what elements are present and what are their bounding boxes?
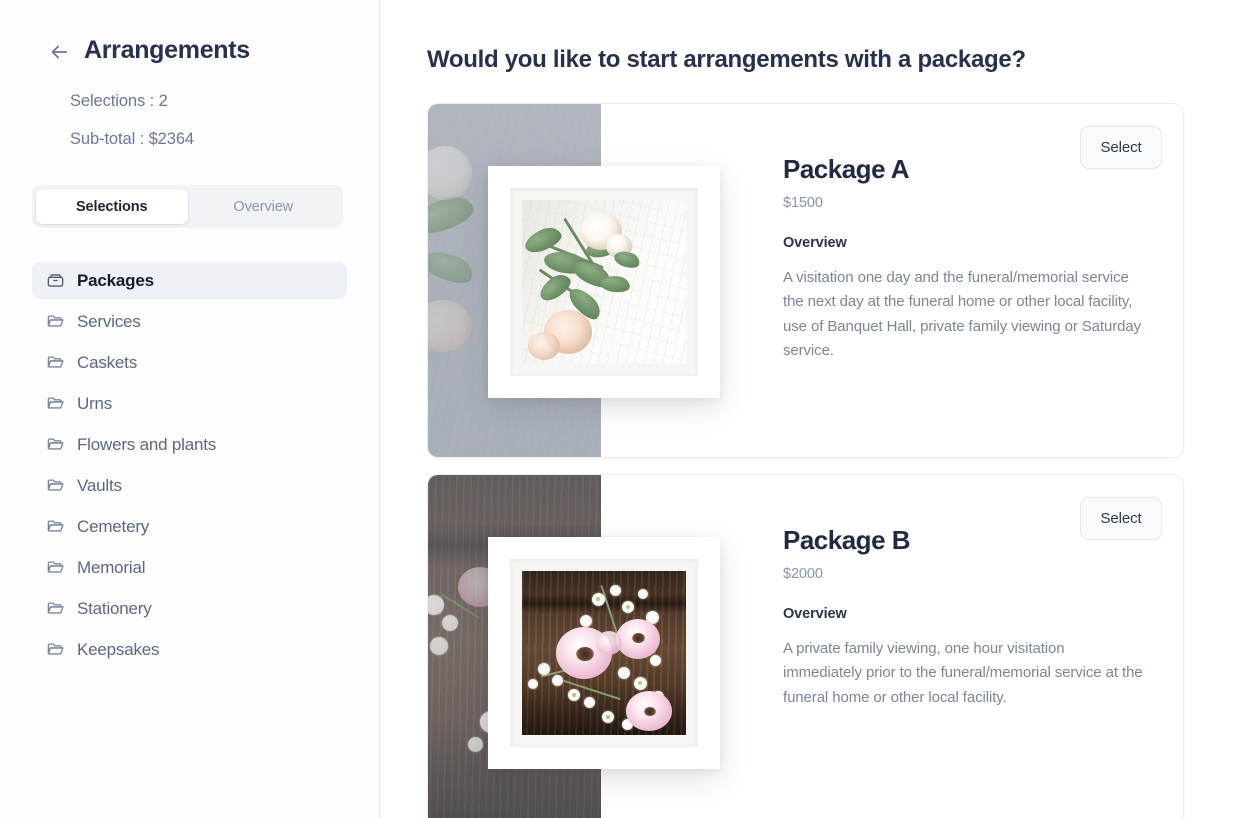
package-description: A visitation one day and the funeral/mem… (783, 269, 1142, 359)
package-price: $1500 (783, 195, 823, 211)
sidebar-item-label: Memorial (77, 558, 146, 577)
sidebar-item-cemetery[interactable]: Cemetery (32, 508, 347, 545)
app-root: Arrangements Selections : 2 Sub-total : … (0, 0, 1234, 818)
main-content: Would you like to start arrangements wit… (380, 0, 1234, 818)
folder-icon (46, 517, 65, 536)
tab-selections[interactable]: Selections (36, 189, 188, 224)
selection-summary: Selections : 2 Sub-total : $2364 (0, 63, 379, 147)
package-image (428, 104, 720, 457)
sidebar-item-label: Flowers and plants (77, 435, 217, 454)
tab-overview[interactable]: Overview (188, 189, 340, 224)
sidebar-item-urns[interactable]: Urns (32, 385, 347, 422)
category-nav: Packages Services Caskets Urns Flowers a… (0, 262, 379, 668)
package-overview-label: Overview (783, 605, 847, 622)
sidebar-item-packages[interactable]: Packages (32, 262, 347, 299)
select-button[interactable]: Select (1080, 497, 1162, 540)
sidebar-item-label: Cemetery (77, 517, 150, 536)
main-heading: Would you like to start arrangements wit… (427, 46, 1026, 73)
sidebar-item-keepsakes[interactable]: Keepsakes (32, 631, 347, 668)
sidebar-header: Arrangements (0, 0, 379, 63)
folder-icon (46, 312, 65, 331)
folder-icon (46, 435, 65, 454)
folder-icon (46, 599, 65, 618)
framed-photo (488, 166, 720, 398)
select-button[interactable]: Select (1080, 126, 1162, 169)
package-list: Select Package A $1500 Overview A visita… (427, 103, 1184, 818)
framed-photo (488, 537, 720, 769)
folder-icon (46, 476, 65, 495)
sidebar-item-label: Services (77, 312, 141, 331)
archive-box-icon (46, 271, 65, 290)
sidebar-item-label: Urns (77, 394, 113, 413)
page-title: Arrangements (84, 36, 250, 64)
sidebar: Arrangements Selections : 2 Sub-total : … (0, 0, 380, 818)
package-description: A private family viewing, one hour visit… (783, 640, 1143, 706)
folder-icon (46, 394, 65, 413)
photo-mat (510, 188, 698, 376)
arrow-left-icon[interactable] (48, 38, 70, 63)
sidebar-tab-group: Selections Overview (32, 185, 343, 228)
sidebar-item-label: Stationery (77, 599, 152, 618)
selections-count: Selections : 2 (70, 92, 168, 110)
sidebar-item-flowers-and-plants[interactable]: Flowers and plants (32, 426, 347, 463)
sidebar-item-caskets[interactable]: Caskets (32, 344, 347, 381)
photo-image-b (522, 571, 686, 735)
sidebar-item-vaults[interactable]: Vaults (32, 467, 347, 504)
sidebar-item-label: Vaults (77, 476, 122, 495)
photo-mat (510, 559, 698, 747)
package-price: $2000 (783, 566, 823, 582)
sidebar-item-stationery[interactable]: Stationery (32, 590, 347, 627)
photo-image-a (522, 200, 686, 364)
folder-icon (46, 353, 65, 372)
package-card[interactable]: Select Package A $1500 Overview A visita… (427, 103, 1184, 458)
sidebar-item-label: Caskets (77, 353, 138, 372)
sidebar-item-label: Keepsakes (77, 640, 160, 659)
subtotal-amount: Sub-total : $2364 (70, 129, 194, 148)
sidebar-item-services[interactable]: Services (32, 303, 347, 340)
sidebar-item-label: Packages (77, 271, 154, 290)
package-overview-label: Overview (783, 234, 847, 251)
folder-icon (46, 558, 65, 577)
package-image (428, 475, 720, 818)
folder-icon (46, 640, 65, 659)
sidebar-item-memorial[interactable]: Memorial (32, 549, 347, 586)
package-card[interactable]: Select Package B $2000 Overview A privat… (427, 474, 1184, 818)
